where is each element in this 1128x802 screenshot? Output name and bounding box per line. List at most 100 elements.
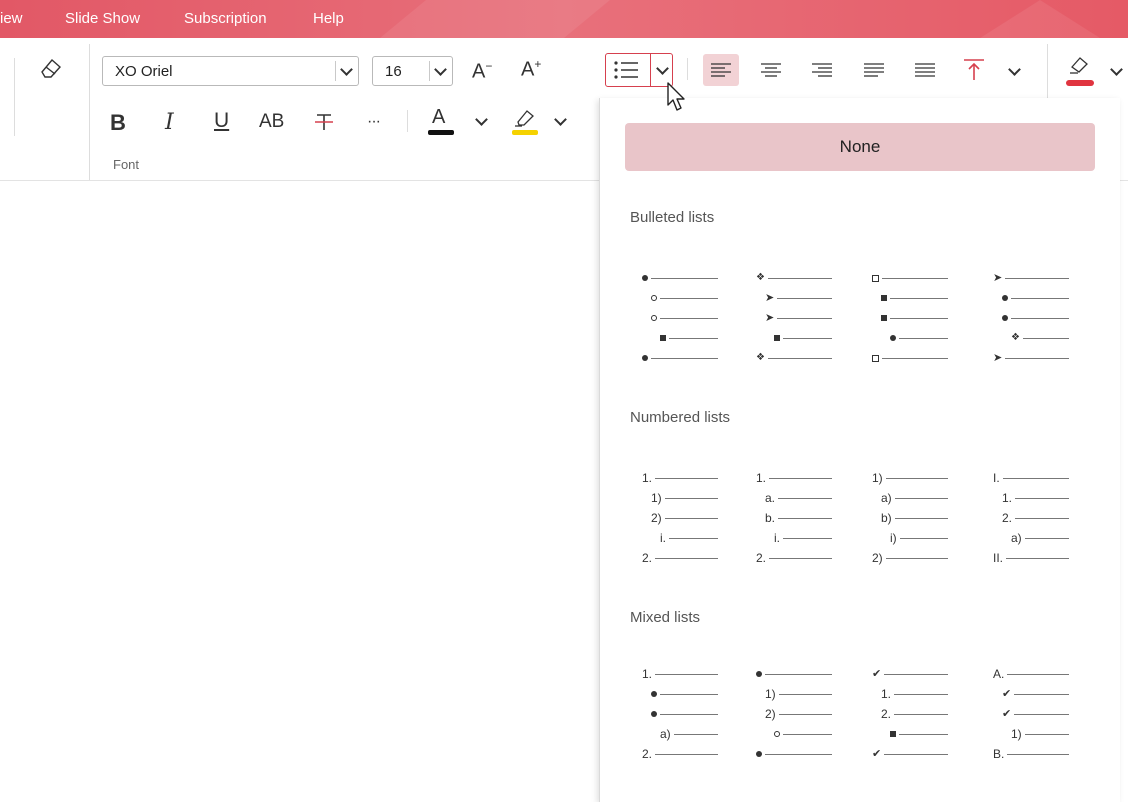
shrink-font-button[interactable]: A− [472,60,492,82]
chevron-down-icon[interactable] [656,62,669,75]
list-sample-row: 1. [642,666,718,682]
mixed-list-style-option[interactable]: ✔ 1. 2. ✔ [872,666,972,766]
list-sample-row: ✔ [1002,706,1069,722]
chevron-down-icon[interactable] [554,113,567,126]
font-name-value: XO Oriel [115,63,173,80]
sample-line [1002,477,1069,479]
chevron-down-icon[interactable] [1008,63,1021,76]
dot-bullet-icon [1002,295,1008,301]
list-sample-row: 1) [765,686,832,702]
menu-help[interactable]: Help [313,10,344,27]
chevron-down-icon[interactable] [475,113,488,126]
diamond-bullet-icon: ❖ [1011,332,1020,343]
numbered-list-style-option[interactable]: I. 1. 2. a) II. [993,470,1093,570]
eraser-icon[interactable] [38,56,64,80]
sample-line [767,357,832,359]
list-sample-row [660,330,718,346]
bulleted-list-style-option[interactable]: ➤ ❖ ➤ [993,270,1093,370]
bulleted-list-icon [614,61,638,79]
circle-bullet-icon [651,295,657,301]
font-color-button[interactable]: A [432,107,445,127]
bold-button[interactable]: B [110,112,126,134]
menu-slide-show[interactable]: Slide Show [65,10,140,27]
list-sample-row [881,310,948,326]
sample-line [783,337,832,339]
menu-decoration [380,0,610,38]
list-sample-row [756,666,832,682]
grow-font-button[interactable]: A+ [521,58,541,80]
sample-line [882,357,948,359]
check-bullet-icon: ✔ [1002,707,1012,720]
align-top-icon[interactable] [963,58,985,82]
distribute-icon[interactable] [915,62,935,78]
sample-line [1024,537,1069,539]
all-caps-button[interactable]: AB [259,112,284,131]
list-sample-row: 2) [872,550,948,566]
chevron-down-icon[interactable] [335,61,358,81]
menu-subscription[interactable]: Subscription [184,10,267,27]
list-sample-row: ❖ [756,270,832,286]
list-sample-row: 2. [642,746,718,762]
sample-line [769,477,832,479]
mixed-list-style-option[interactable]: 1. a) 2. [642,666,742,766]
chevron-down-icon[interactable] [1110,63,1123,76]
mixed-list-style-option[interactable]: 1) 2) [756,666,856,766]
mixed-list-style-option[interactable]: A. ✔ ✔ 1) B. [993,666,1093,766]
bulleted-list-style-option[interactable] [872,270,972,370]
list-sample-row: 1. [881,686,948,702]
diamond-bullet-icon: ❖ [756,352,765,363]
underline-button[interactable]: U [214,110,229,131]
chevron-down-icon[interactable] [429,61,452,81]
align-center-icon[interactable] [761,62,781,78]
bulleted-list-style-option[interactable] [642,270,742,370]
numbered-list-style-option[interactable]: 1. 1) 2) i. 2. [642,470,742,570]
list-sample-row [651,686,718,702]
align-right-icon[interactable] [812,62,832,78]
list-sample-row [651,310,718,326]
sample-line [660,693,718,695]
list-sample-row: 1) [1011,726,1069,742]
check-bullet-icon: ✔ [872,667,882,680]
list-sample-row: b) [881,510,948,526]
font-size-dropdown[interactable]: 16 [372,56,453,86]
sample-line [890,297,948,299]
highlighter-icon[interactable] [512,106,538,128]
sample-line [669,537,718,539]
strikethrough-icon[interactable] [312,110,336,134]
list-sample-row: 2) [765,706,832,722]
justify-icon[interactable] [864,62,884,78]
shape-fill-icon[interactable] [1066,52,1094,76]
bullets-button[interactable] [605,53,673,87]
sample-line [778,693,832,695]
more-options-button[interactable]: ··· [367,114,381,130]
square-bullet-icon [881,315,887,321]
menu-view[interactable]: iew [0,10,23,27]
numbered-list-style-option[interactable]: 1. a. b. i. 2. [756,470,856,570]
circle-bullet-icon [651,315,657,321]
sample-line [651,357,718,359]
numbered-list-style-option[interactable]: 1) a) b) i) 2) [872,470,972,570]
font-color-swatch [428,130,454,135]
sample-line [660,317,718,319]
font-size-value: 16 [385,63,402,80]
sample-line [783,733,832,735]
font-name-dropdown[interactable]: XO Oriel [102,56,359,86]
dot-bullet-icon [651,691,657,697]
list-sample-row: ❖ [1011,330,1069,346]
list-sample-row [774,330,832,346]
align-left-button[interactable] [703,54,739,86]
square-bullet-icon [890,731,896,737]
arrow-bullet-icon: ➤ [765,311,775,324]
sample-line [899,733,948,735]
check-bullet-icon: ✔ [872,747,882,760]
bullets-dropdown-panel: None Bulleted lists Numbered lists Mixed… [599,98,1120,802]
sample-line [673,733,718,735]
sample-line [765,673,832,675]
sample-line [669,337,718,339]
bulleted-list-style-option[interactable]: ❖ ➤ ➤ ❖ [756,270,856,370]
italic-button[interactable]: I [165,112,174,134]
none-list-option[interactable]: None [625,123,1095,171]
sample-line [769,557,832,559]
sample-line [894,497,948,499]
dot-bullet-icon [756,671,762,677]
